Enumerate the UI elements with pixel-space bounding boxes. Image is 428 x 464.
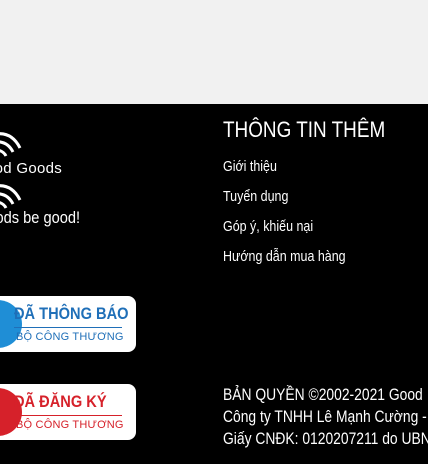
- brand-wordmark: Good Goods: [0, 160, 63, 177]
- badge-subtitle: BỘ CÔNG THƯƠNG: [16, 419, 124, 431]
- company-line: Công ty TNHH Lê Mạnh Cường -: [223, 408, 427, 426]
- link-careers[interactable]: Tuyển dụng: [223, 182, 404, 212]
- badge-title: ĐÃ THÔNG BÁO: [14, 304, 129, 323]
- registered-notice-badge[interactable]: ĐÃ THÔNG BÁO BỘ CÔNG THƯƠNG: [0, 296, 136, 352]
- badge-title: ĐÃ ĐĂNG KÝ: [14, 392, 107, 411]
- link-shopping-guide[interactable]: Hướng dẫn mua hàng: [223, 242, 404, 272]
- brand-tagline: Goods be good!: [0, 208, 81, 227]
- more-info-heading: THÔNG TIN THÊM: [223, 117, 386, 142]
- badge-subtitle: BỘ CÔNG THƯƠNG: [16, 331, 124, 343]
- link-feedback[interactable]: Góp ý, khiếu nại: [223, 212, 404, 242]
- site-footer: Good Goods Goods be good! ĐÃ THÔNG BÁO B…: [0, 104, 428, 464]
- copyright-block: BẢN QUYỀN ©2002-2021 Good Công ty TNHH L…: [223, 384, 428, 450]
- link-about[interactable]: Giới thiệu: [223, 152, 404, 182]
- page: Good Goods Goods be good! ĐÃ THÔNG BÁO B…: [0, 0, 428, 464]
- badge-divider: [14, 327, 122, 328]
- top-blank-area: [0, 0, 428, 104]
- more-info-section: THÔNG TIN THÊM Giới thiệu Tuyển dụng Góp…: [223, 114, 428, 272]
- badge-divider: [14, 415, 122, 416]
- registered-badge[interactable]: ĐÃ ĐĂNG KÝ BỘ CÔNG THƯƠNG: [0, 384, 136, 440]
- business-license-line: Giấy CNĐK: 0120207211 do UBN: [223, 430, 428, 448]
- copyright-line: BẢN QUYỀN ©2002-2021 Good: [223, 386, 423, 404]
